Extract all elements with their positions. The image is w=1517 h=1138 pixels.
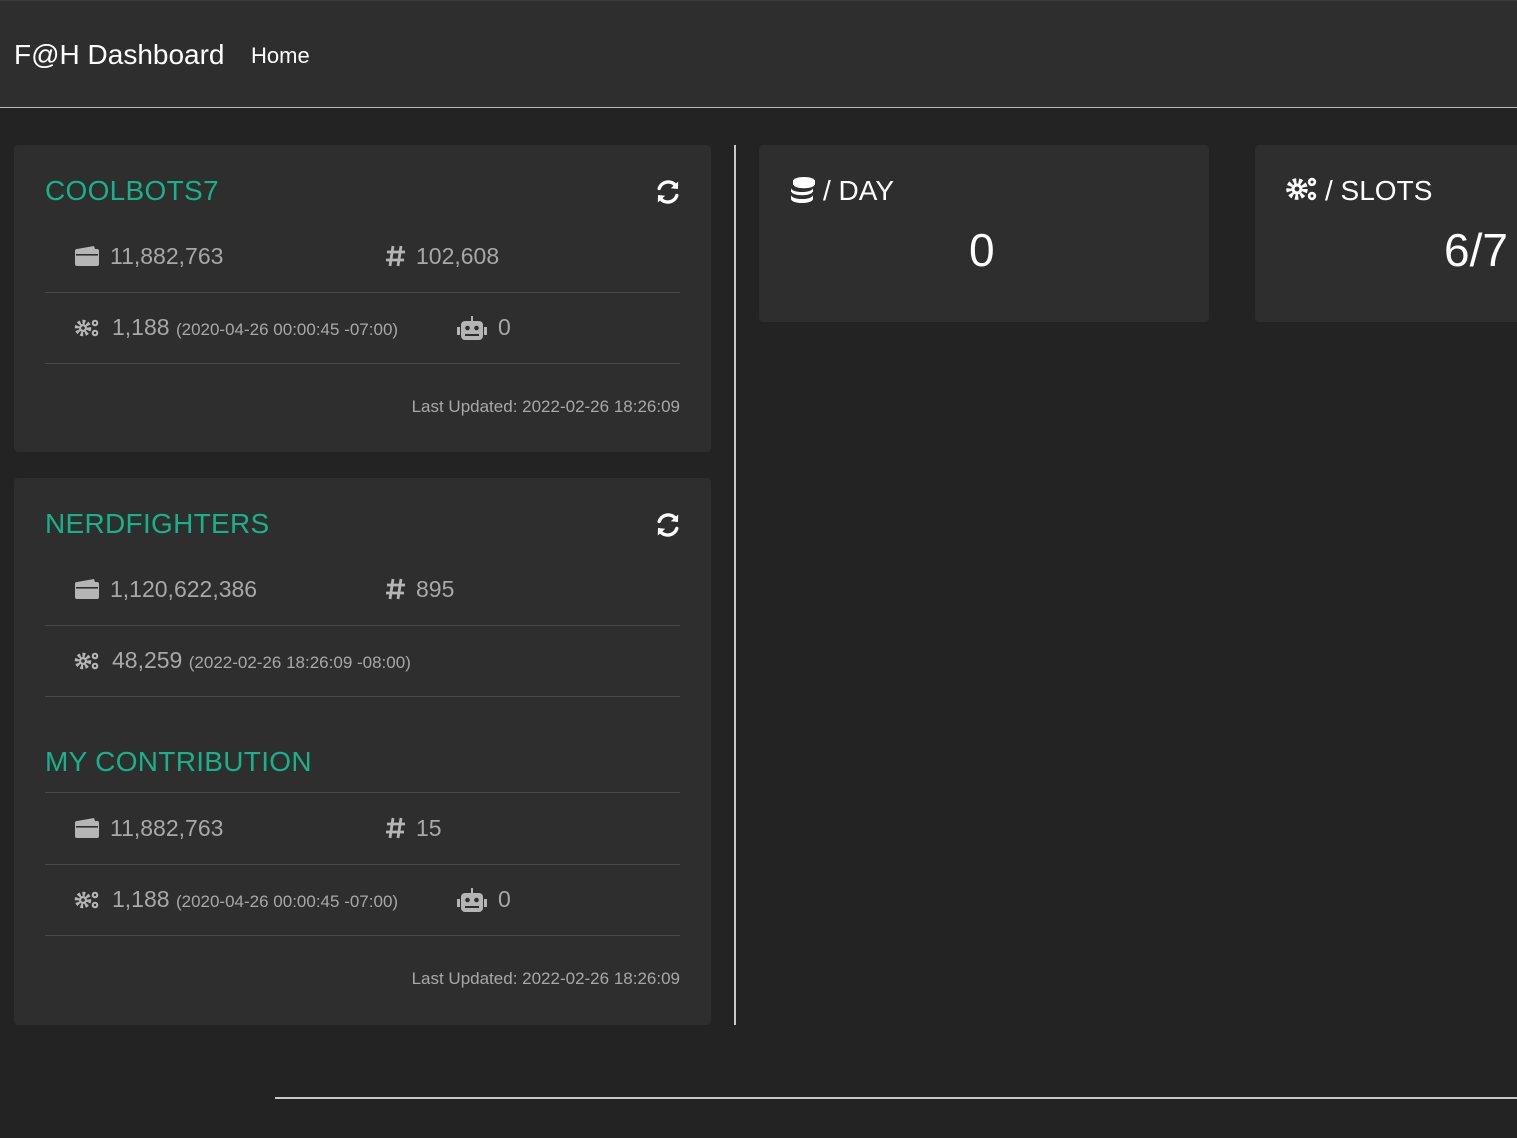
team-card-coolbots7: COOLBOTS7 11,882,763 102,608 1,188 (2020…: [14, 145, 711, 452]
hashtag-icon: [385, 577, 407, 607]
footer-divider: [275, 1097, 1517, 1099]
gears-icon: [1285, 175, 1325, 206]
gears-icon: [74, 650, 102, 678]
divider: [45, 864, 680, 865]
robot-icon: [456, 316, 488, 348]
team-card-nerdfighters: NERDFIGHTERS 1,120,622,386 895 48,259 (2…: [14, 478, 711, 1025]
wallet-icon: [74, 578, 100, 606]
gears-icon: [74, 317, 102, 345]
column-divider: [734, 145, 736, 1025]
gears-icon: [74, 889, 102, 917]
hashtag-icon: [385, 816, 407, 846]
wallet-icon: [74, 817, 100, 845]
divider: [45, 363, 680, 364]
team-name[interactable]: NERDFIGHTERS: [45, 508, 270, 540]
wallet-icon: [74, 245, 100, 273]
navbar: F@H Dashboard Home: [0, 0, 1517, 108]
refresh-icon[interactable]: [654, 511, 682, 539]
last-updated: Last Updated: 2022-02-26 18:26:09: [411, 969, 680, 988]
brand-title[interactable]: F@H Dashboard: [14, 39, 225, 71]
metric-value: 6/7: [1444, 224, 1508, 276]
team-name[interactable]: COOLBOTS7: [45, 175, 219, 207]
contribution-title: MY CONTRIBUTION: [45, 746, 312, 777]
nav-home-link[interactable]: Home: [251, 43, 310, 69]
divider: [45, 696, 680, 697]
metric-card-per-day: / DAY 0: [759, 145, 1209, 322]
divider: [45, 935, 680, 936]
divider: [45, 625, 680, 626]
metric-card-slots: / SLOTS 6/7: [1255, 145, 1517, 322]
refresh-icon[interactable]: [654, 178, 682, 206]
metric-label: / DAY: [789, 175, 894, 207]
divider: [45, 792, 680, 793]
last-updated: Last Updated: 2022-02-26 18:26:09: [411, 397, 680, 416]
divider: [45, 292, 680, 293]
metric-label: / SLOTS: [1285, 175, 1432, 207]
coins-icon: [789, 175, 823, 206]
metric-value: 0: [969, 224, 995, 276]
robot-icon: [456, 888, 488, 920]
hashtag-icon: [385, 244, 407, 274]
